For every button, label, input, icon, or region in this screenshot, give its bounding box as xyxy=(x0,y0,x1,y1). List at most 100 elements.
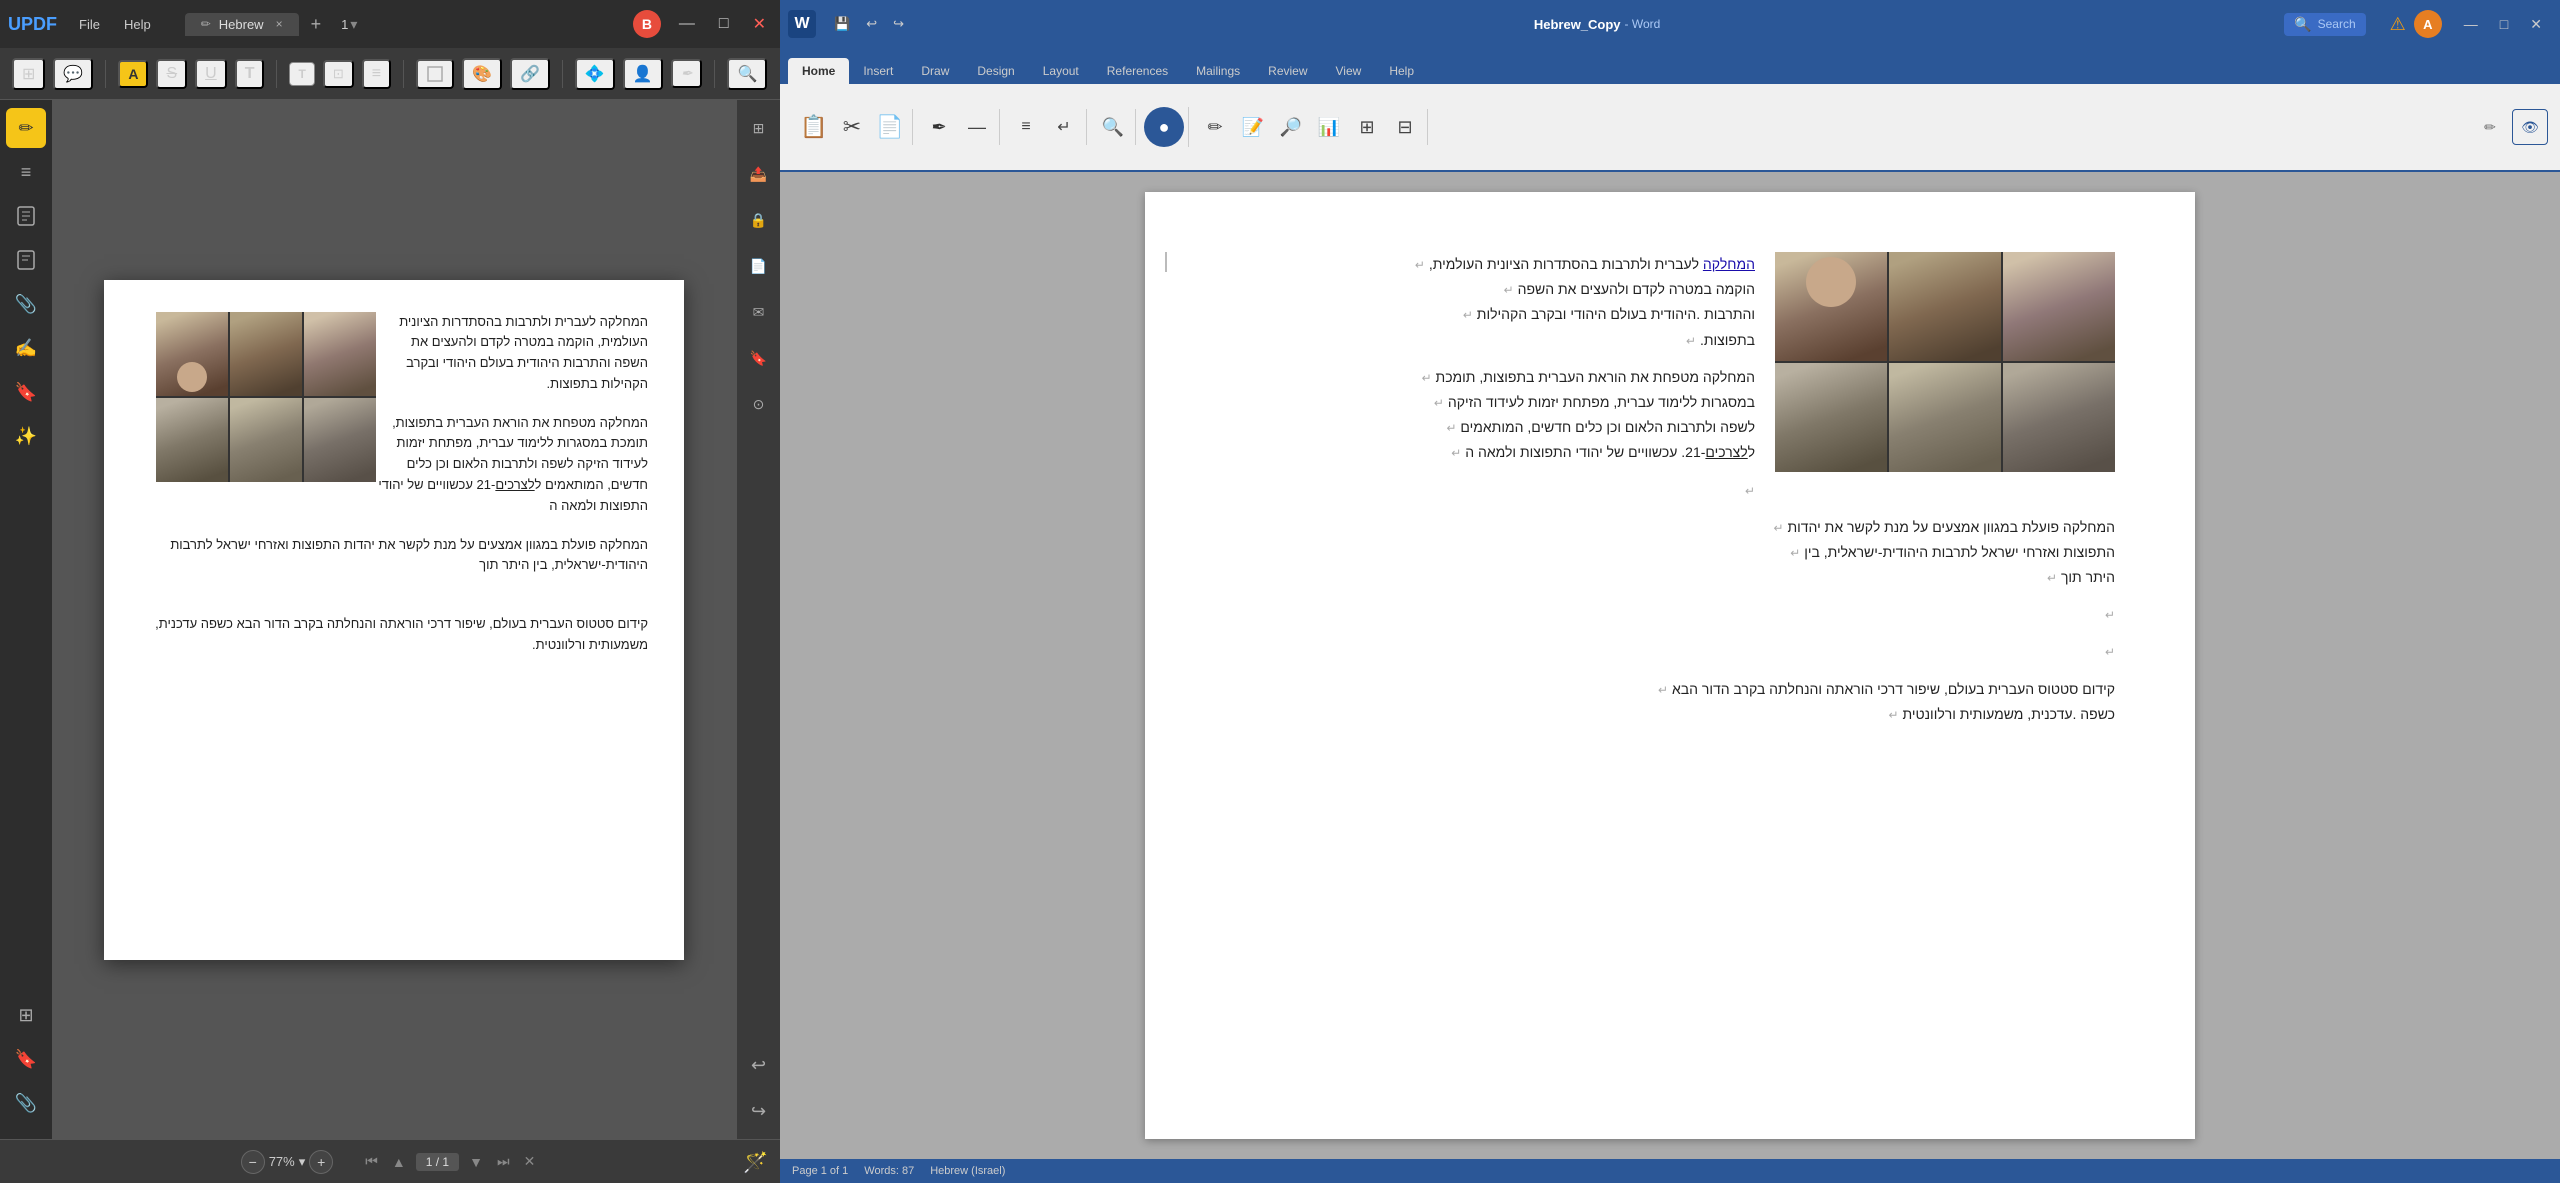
toolbar-text-btn[interactable]: T xyxy=(235,59,265,89)
ribbon-tab-draw[interactable]: Draw xyxy=(907,58,963,84)
word-minimize-btn[interactable]: — xyxy=(2454,12,2488,36)
word-tool5-btn[interactable]: ⊞ xyxy=(1349,109,1385,145)
right-sidebar-icon-5[interactable]: ✉ xyxy=(739,292,779,332)
word-tool2-btn[interactable]: 📝 xyxy=(1235,109,1271,145)
toolbar-user-btn[interactable]: 👤 xyxy=(623,58,663,90)
ribbon-tab-view[interactable]: View xyxy=(1322,58,1376,84)
word-redo-btn[interactable]: ↪ xyxy=(887,14,910,34)
sidebar-icon-list[interactable]: ≡ xyxy=(6,152,46,192)
toolbar-divider-1 xyxy=(105,60,106,88)
toolbar-underline-btn[interactable]: U xyxy=(195,59,227,89)
toolbar-thumbnail-btn[interactable]: ⊞ xyxy=(12,58,45,90)
sidebar-icon-pages[interactable] xyxy=(6,196,46,236)
word-undo-btn[interactable]: ↩ xyxy=(860,14,883,34)
right-sidebar-undo[interactable]: ↩ xyxy=(739,1045,779,1085)
toolbar-strikethrough-btn[interactable]: S xyxy=(156,59,187,89)
menu-file[interactable]: File xyxy=(69,13,110,36)
page-next-btn[interactable]: ▼ xyxy=(465,1152,487,1172)
word-copy-btn[interactable]: 📄 xyxy=(872,109,908,145)
updf-maximize-btn[interactable]: □ xyxy=(713,13,735,35)
sidebar-icon-attach[interactable]: 📎 xyxy=(6,284,46,324)
toolbar-highlight-btn[interactable]: A xyxy=(118,60,148,88)
sidebar-icon-layers[interactable]: ⊞ xyxy=(6,995,46,1035)
newline-marker-9: ↵ xyxy=(1745,484,1755,498)
newline-marker-1: ↵ xyxy=(1415,258,1425,272)
word-save-btn[interactable]: 💾 xyxy=(828,14,856,34)
word-marker-btn[interactable]: — xyxy=(959,109,995,145)
sidebar-icon-clip[interactable]: 📎 xyxy=(6,1083,46,1123)
word-align-btn[interactable]: ≡ xyxy=(1008,109,1044,145)
sidebar-icon-signature[interactable]: ✍ xyxy=(6,328,46,368)
page-first-btn[interactable]: ⏮ xyxy=(361,1151,382,1172)
word-close-btn[interactable]: ✕ xyxy=(2520,12,2552,37)
ribbon-tab-home[interactable]: Home xyxy=(788,58,849,84)
toolbar-search-btn[interactable]: 🔍 xyxy=(727,58,767,90)
ribbon-tab-review[interactable]: Review xyxy=(1254,58,1321,84)
word-maximize-btn[interactable]: □ xyxy=(2490,12,2518,36)
pdf-image-collage xyxy=(156,312,376,482)
ribbon-tab-mailings[interactable]: Mailings xyxy=(1182,58,1254,84)
word-cut-btn[interactable]: ✂ xyxy=(834,109,870,145)
ribbon-tab-layout[interactable]: Layout xyxy=(1029,58,1093,84)
ribbon-tab-design[interactable]: Design xyxy=(963,58,1028,84)
zoom-arrow[interactable]: ▾ xyxy=(299,1154,306,1170)
word-edit-view-btn[interactable]: ✏ xyxy=(2472,109,2508,145)
toolbar-textflow-btn[interactable]: ≡ xyxy=(362,59,391,89)
updf-minimize-btn[interactable]: — xyxy=(673,13,701,35)
toolbar-shape-btn[interactable] xyxy=(416,59,454,89)
page-nav-close-btn[interactable]: ✕ xyxy=(520,1151,540,1172)
right-sidebar-icon-7[interactable]: ⊙ xyxy=(739,384,779,424)
word-search-icon: 🔍 xyxy=(2294,16,2311,33)
toolbar-textbox-btn[interactable]: T xyxy=(289,62,314,86)
collage-photo-2 xyxy=(230,312,302,396)
updf-panel: UPDF File Help ✏ Hebrew × + 1 ▾ B — □ ✕ … xyxy=(0,0,780,1183)
sidebar-icon-highlight[interactable]: ✏ xyxy=(6,108,46,148)
right-sidebar-icon-1[interactable]: ⊞ xyxy=(739,108,779,148)
right-sidebar-icon-2[interactable]: 📤 xyxy=(739,154,779,194)
sidebar-icon-bookmark2[interactable]: 🔖 xyxy=(6,1039,46,1079)
word-read-view-btn[interactable]: 👁 xyxy=(2512,109,2548,145)
zoom-out-btn[interactable]: − xyxy=(241,1150,265,1174)
word-statusbar: Page 1 of 1 Words: 87 Hebrew (Israel) xyxy=(780,1159,2560,1183)
word-tool6-btn[interactable]: ⊟ xyxy=(1387,109,1423,145)
toolbar-stamp-btn[interactable]: 💠 xyxy=(575,58,615,90)
updf-main: המחלקה לעברית ולתרבות בהסתדרות הציונית ה… xyxy=(52,100,736,1139)
toolbar-color-btn[interactable]: 🎨 xyxy=(462,58,502,90)
ribbon-tab-help[interactable]: Help xyxy=(1375,58,1428,84)
toolbar-link-btn[interactable]: 🔗 xyxy=(510,58,550,90)
word-search-box[interactable]: 🔍 Search xyxy=(2284,13,2365,36)
word-find-btn[interactable]: 🔍 xyxy=(1095,109,1131,145)
sidebar-icon-bookmark-list[interactable] xyxy=(6,240,46,280)
updf-tab[interactable]: ✏ Hebrew × xyxy=(185,13,299,36)
ribbon-tab-references[interactable]: References xyxy=(1093,58,1182,84)
word-circle-btn[interactable]: ● xyxy=(1144,107,1184,147)
page-prev-btn[interactable]: ▲ xyxy=(388,1152,410,1172)
toolbar-comment-btn[interactable]: 💬 xyxy=(53,58,93,90)
collage-photo-6 xyxy=(304,398,376,482)
word-tool1-btn[interactable]: ✏ xyxy=(1197,109,1233,145)
page-last-btn[interactable]: ⏭ xyxy=(493,1151,514,1172)
toolbar-sign-btn[interactable]: ✒ xyxy=(671,59,703,88)
word-indent-btn[interactable]: ↵ xyxy=(1046,109,1082,145)
word-tool4-btn[interactable]: 📊 xyxy=(1311,109,1347,145)
toolbar-textblock-btn[interactable]: ⊡ xyxy=(323,60,354,88)
word-paste-btn[interactable]: 📋 xyxy=(796,109,832,145)
right-sidebar-redo[interactable]: ↪ xyxy=(739,1091,779,1131)
right-sidebar-icon-4[interactable]: 📄 xyxy=(739,246,779,286)
tab-close-btn[interactable]: × xyxy=(276,17,283,31)
word-search-group: 🔍 xyxy=(1091,109,1136,145)
right-sidebar-icon-6[interactable]: 🔖 xyxy=(739,338,779,378)
sidebar-icon-stamp2[interactable]: 🔖 xyxy=(6,372,46,412)
updf-ai-btn[interactable]: 🪄 xyxy=(743,1150,768,1175)
sidebar-icon-magic[interactable]: ✨ xyxy=(6,416,46,456)
zoom-in-btn[interactable]: + xyxy=(309,1150,333,1174)
word-image-collage xyxy=(1775,252,2115,472)
menu-help[interactable]: Help xyxy=(114,13,161,36)
word-pen-btn[interactable]: ✒ xyxy=(921,109,957,145)
ribbon-tab-insert[interactable]: Insert xyxy=(849,58,907,84)
tab-add-btn[interactable]: + xyxy=(303,14,330,35)
right-sidebar-icon-3[interactable]: 🔒 xyxy=(739,200,779,240)
word-link-text[interactable]: המחלקה xyxy=(1703,256,1755,272)
word-tool3-btn[interactable]: 🔎 xyxy=(1273,109,1309,145)
updf-close-btn[interactable]: ✕ xyxy=(747,12,772,36)
